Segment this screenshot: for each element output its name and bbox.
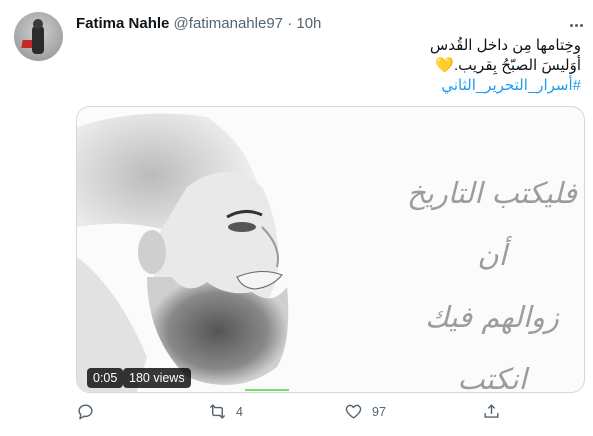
view-count-badge: 180 views [123, 368, 191, 388]
portrait-sketch [77, 107, 407, 392]
tweet-header: Fatima Nahle @fatimanahle97 · 10h [76, 15, 321, 32]
avatar[interactable] [14, 12, 63, 61]
tweet-text: وخِتامها مِن داخل القُدس أوَليسَ الصبّحُ… [101, 36, 581, 96]
retweet-count: 4 [236, 404, 243, 419]
separator-dot: · [287, 15, 293, 32]
yellow-heart-emoji: 💛 [435, 57, 454, 74]
calligraphy-overlay: فليكتب التاريخ أن زوالهم فيك انكتب [407, 162, 577, 393]
retweet-icon [209, 404, 226, 419]
avatar-head [33, 19, 43, 29]
retweet-button[interactable]: 4 [208, 402, 243, 421]
share-button[interactable] [482, 402, 501, 421]
dot [574, 23, 578, 27]
like-button[interactable]: 97 [344, 402, 386, 421]
tweet-line-2-text: أوَليسَ الصبّحُ بِقريب. [453, 57, 581, 74]
dot [579, 23, 583, 27]
like-count: 97 [372, 404, 386, 419]
timestamp[interactable]: 10h [296, 15, 321, 32]
dot [569, 23, 573, 27]
video-duration-badge: 0:05 [87, 368, 124, 388]
hashtag-link[interactable]: #أسرار_التحرير_الثاني [101, 76, 581, 96]
display-name[interactable]: Fatima Nahle [76, 15, 169, 32]
share-icon [484, 404, 499, 418]
more-options-icon[interactable] [566, 15, 586, 35]
tweet-line-1: وخِتامها مِن داخل القُدس [429, 37, 581, 54]
calligraphy-line-2: زوالهم فيك انكتب [425, 300, 559, 393]
video-progress-bar[interactable] [245, 389, 289, 391]
tweet-line-2: أوَليسَ الصبّحُ بِقريب.💛 [101, 56, 581, 76]
calligraphy-line-1: فليكتب التاريخ أن [407, 176, 577, 272]
user-handle[interactable]: @fatimanahle97 [174, 15, 283, 32]
avatar-figure [32, 26, 44, 54]
reply-button[interactable] [76, 402, 104, 421]
like-icon [345, 404, 362, 419]
video-player[interactable]: فليكتب التاريخ أن زوالهم فيك انكتب 0:05 … [76, 106, 585, 393]
reply-icon [78, 404, 93, 420]
tweet-actions: 4 97 [76, 402, 499, 424]
